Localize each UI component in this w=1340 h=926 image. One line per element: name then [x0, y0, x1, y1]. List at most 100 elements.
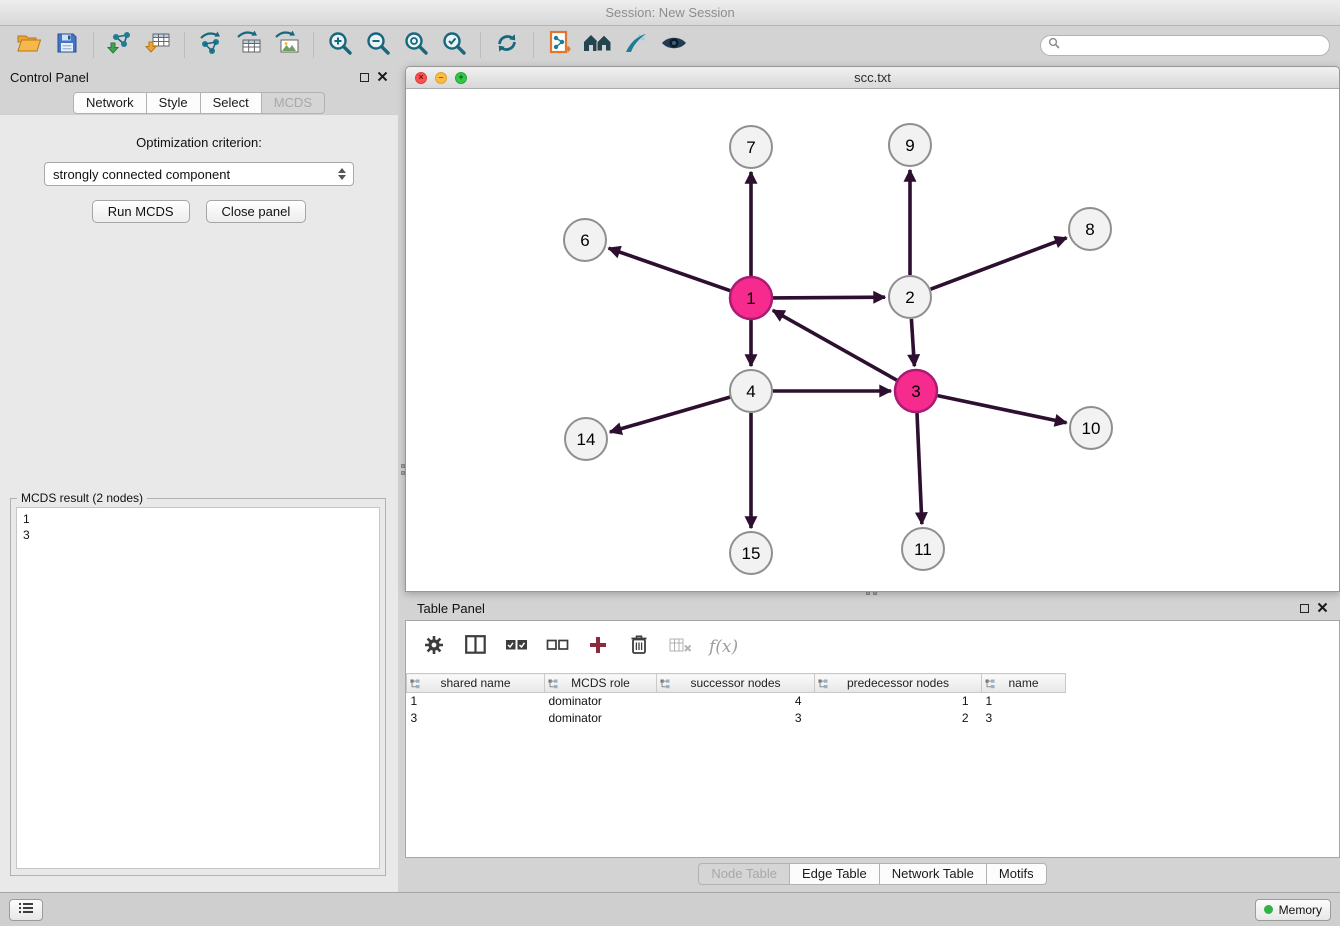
select-all-button[interactable]: [504, 633, 528, 661]
close-table-panel-button[interactable]: [1317, 601, 1328, 616]
refresh-view-button[interactable]: [488, 29, 526, 61]
checked-boxes-icon: [505, 638, 528, 657]
tab-select[interactable]: Select: [201, 92, 262, 114]
run-mcds-button[interactable]: Run MCDS: [92, 200, 190, 223]
zoom-selected-button[interactable]: [435, 29, 473, 61]
gear-icon: [424, 635, 444, 660]
graph-node-8[interactable]: 8: [1069, 208, 1111, 250]
mcds-result-list[interactable]: 13: [16, 507, 380, 869]
table-row[interactable]: 1dominator411: [407, 693, 1340, 710]
tab-mcds[interactable]: MCDS: [262, 92, 325, 114]
column-header-shared-name[interactable]: shared name: [407, 674, 545, 693]
show-columns-button[interactable]: [463, 633, 487, 661]
close-panel-button[interactable]: [377, 70, 388, 85]
network-canvas[interactable]: 7 9 6 8 1 2 4 3 14 10 15 11: [406, 89, 1339, 591]
graph-node-15[interactable]: 15: [730, 532, 772, 574]
unchecked-boxes-icon: [546, 638, 569, 657]
close-panel-action-button[interactable]: Close panel: [206, 200, 307, 223]
first-neighbors-button[interactable]: [541, 29, 579, 61]
plus-icon: [589, 636, 607, 659]
graph-edge-1-2[interactable]: [773, 297, 885, 298]
search-field[interactable]: [1040, 35, 1330, 56]
maximize-window-button[interactable]: +: [455, 72, 467, 84]
style-brush-icon: [623, 31, 649, 60]
graph-node-11[interactable]: 11: [902, 528, 944, 570]
zoom-in-button[interactable]: [321, 29, 359, 61]
column-edit-icon: [410, 678, 420, 692]
panel-menu-button[interactable]: [9, 899, 43, 921]
zoom-fit-button[interactable]: [397, 29, 435, 61]
graph-node-10[interactable]: 10: [1070, 407, 1112, 449]
float-table-panel-button[interactable]: [1300, 604, 1309, 613]
deselect-all-button[interactable]: [545, 633, 569, 661]
float-panel-button[interactable]: [360, 73, 369, 82]
graph-node-4[interactable]: 4: [730, 370, 772, 412]
zoom-out-icon: [365, 30, 391, 61]
function-builder-button[interactable]: f(x): [709, 633, 738, 661]
tab-node-table[interactable]: Node Table: [698, 863, 790, 885]
import-network-button[interactable]: [101, 29, 139, 61]
save-disk-icon: [56, 32, 78, 59]
graph-node-7[interactable]: 7: [730, 126, 772, 168]
table-settings-button[interactable]: [422, 633, 446, 661]
graph-node-6[interactable]: 6: [564, 219, 606, 261]
network-window-titlebar[interactable]: scc.txt × – +: [406, 67, 1339, 89]
svg-text:7: 7: [746, 138, 755, 157]
graph-node-2[interactable]: 2: [889, 276, 931, 318]
graph-node-14[interactable]: 14: [565, 418, 607, 460]
open-session-button[interactable]: [10, 29, 48, 61]
delete-columns-button[interactable]: [627, 633, 651, 661]
tab-motifs[interactable]: Motifs: [987, 863, 1047, 885]
graph-node-3[interactable]: 3: [895, 370, 937, 412]
nested-networks-button[interactable]: [579, 29, 617, 61]
table-row[interactable]: 3dominator323: [407, 710, 1340, 727]
refresh-icon: [494, 30, 520, 61]
search-icon: [1048, 36, 1060, 54]
trash-icon: [630, 634, 648, 660]
style-brush-button[interactable]: [617, 29, 655, 61]
graph-edge-1-6[interactable]: [609, 248, 731, 291]
export-image-button[interactable]: [268, 29, 306, 61]
zoom-out-button[interactable]: [359, 29, 397, 61]
save-session-button[interactable]: [48, 29, 86, 61]
column-header-MCDS-role[interactable]: MCDS role: [545, 674, 657, 693]
column-header-predecessor-nodes[interactable]: predecessor nodes: [815, 674, 982, 693]
mcds-result-item[interactable]: 3: [23, 527, 373, 543]
graph-edge-3-11[interactable]: [917, 413, 922, 524]
svg-text:10: 10: [1082, 419, 1101, 438]
toolbar-separator: [533, 32, 534, 58]
import-table-button[interactable]: [139, 29, 177, 61]
graph-edge-4-14[interactable]: [610, 397, 730, 432]
tab-edge-table[interactable]: Edge Table: [790, 863, 880, 885]
minimize-window-button[interactable]: –: [435, 72, 447, 84]
optimization-criterion-label: Optimization criterion:: [0, 135, 398, 150]
graph-node-9[interactable]: 9: [889, 124, 931, 166]
tab-network-table[interactable]: Network Table: [880, 863, 987, 885]
add-column-button[interactable]: [586, 633, 610, 661]
show-graphics-details-button[interactable]: [655, 29, 693, 61]
mcds-result-group: MCDS result (2 nodes) 13: [10, 498, 386, 876]
export-table-button[interactable]: [230, 29, 268, 61]
svg-text:3: 3: [911, 382, 920, 401]
graph-node-1[interactable]: 1: [730, 277, 772, 319]
criterion-dropdown[interactable]: strongly connected component: [44, 162, 354, 186]
column-header-name[interactable]: name: [982, 674, 1066, 693]
tab-style[interactable]: Style: [147, 92, 201, 114]
close-window-button[interactable]: ×: [415, 72, 427, 84]
network-view-window: scc.txt × – + 7 9 6 8 1 2 4 3 14 10 15 11: [405, 66, 1340, 592]
column-edit-icon: [548, 678, 558, 692]
graph-edge-2-3[interactable]: [911, 319, 914, 366]
export-network-button[interactable]: [192, 29, 230, 61]
delete-table-button[interactable]: [668, 633, 692, 661]
graph-edge-3-10[interactable]: [938, 396, 1067, 423]
graph-edge-3-1[interactable]: [773, 310, 897, 380]
memory-button[interactable]: Memory: [1255, 899, 1331, 921]
graph-edge-2-8[interactable]: [931, 238, 1067, 289]
column-header-successor-nodes[interactable]: successor nodes: [657, 674, 815, 693]
open-folder-icon: [16, 32, 42, 59]
mcds-result-item[interactable]: 1: [23, 511, 373, 527]
tab-network[interactable]: Network: [73, 92, 147, 114]
columns-icon: [465, 635, 486, 659]
search-input[interactable]: [1064, 38, 1322, 52]
memory-status-icon: [1264, 905, 1273, 914]
